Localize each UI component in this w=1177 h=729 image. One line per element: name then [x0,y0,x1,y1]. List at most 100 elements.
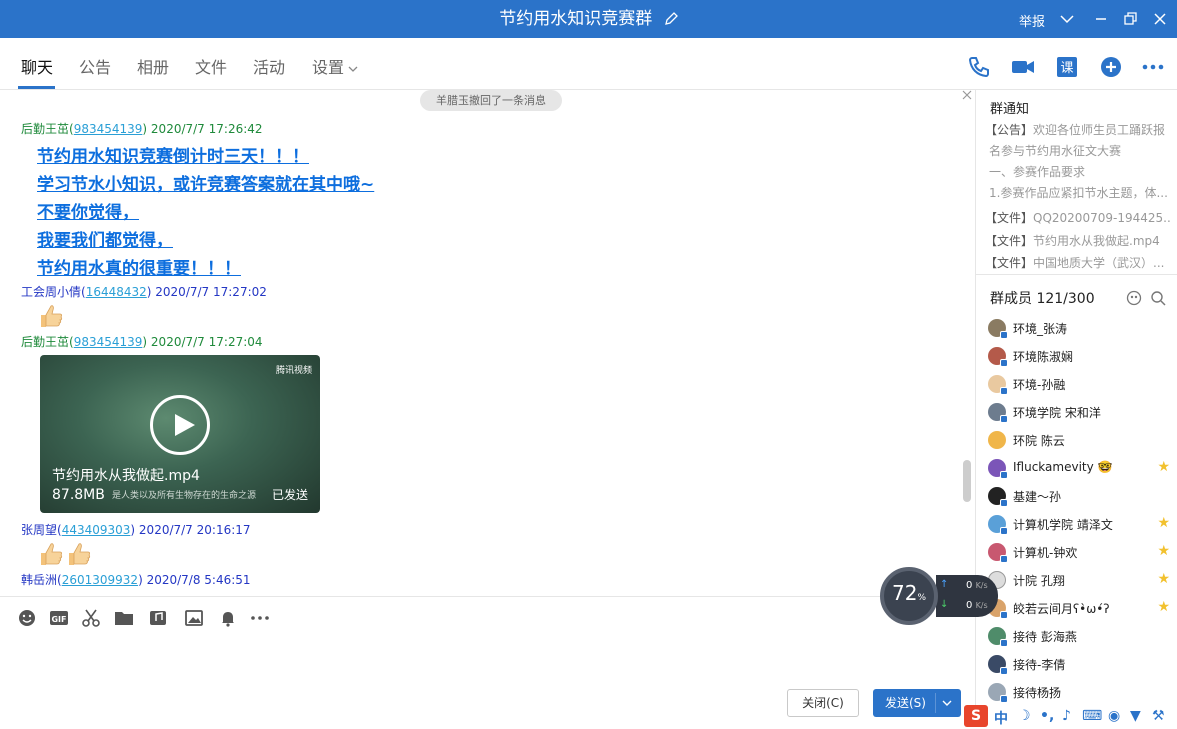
member-item[interactable]: 接待杨扬 [988,682,1170,703]
music-icon[interactable] [148,608,168,628]
user-icon[interactable]: ◉ [1108,708,1120,724]
chat-history[interactable]: 羊腊玉撤回了一条消息 后勤王茁(983454139) 2020/7/7 17:2… [0,90,975,596]
search-icon[interactable] [1150,290,1166,306]
file-item[interactable]: 【文件】中国地质大学（武汉）... [985,254,1170,271]
image-icon[interactable] [184,608,204,628]
divider [935,693,936,713]
avatar [988,683,1008,703]
thumbs-up-icon [41,543,63,565]
tab-chat[interactable]: 聊天 [21,58,53,78]
edit-icon[interactable] [664,12,678,26]
avatar [988,627,1008,647]
tab-settings[interactable]: 设置 [312,58,344,78]
member-item[interactable]: 环境陈淑娴 [988,346,1170,367]
svg-text:GIF: GIF [51,615,66,624]
chevron-down-icon[interactable] [1057,9,1077,29]
send-button[interactable]: 发送(S) [873,689,961,717]
sender-qq[interactable]: 2601309932 [62,573,138,587]
sender-qq[interactable]: 443409303 [62,523,131,537]
video-subtitle: 是人类以及所有生物存在的生命之源 [112,491,257,501]
wrench-icon[interactable]: ⚒ [1152,708,1165,724]
video-message[interactable]: 腾讯视频 节约用水从我做起.mp4 87.8MB 是人类以及所有生物存在的生命之… [40,355,320,513]
member-item[interactable]: 接待-李倩 [988,654,1170,675]
member-item[interactable]: 计算机-钟欢 ★ [988,542,1170,563]
ime-mode-chinese[interactable]: 中 [994,708,1008,728]
tab-files[interactable]: 文件 [195,58,227,78]
network-speed-widget[interactable]: 0 K/s 0 K/s ↑ ↓ 72% [880,567,1000,625]
sogou-logo[interactable]: S [964,705,988,727]
restore-icon[interactable] [1120,9,1140,29]
sender-qq[interactable]: 983454139 [74,122,143,136]
sender-name[interactable]: 张周望 [21,523,57,537]
add-app-icon[interactable] [1098,54,1124,80]
moon-icon[interactable]: ☽ [1018,708,1031,724]
more-icon[interactable] [1140,54,1166,80]
scissors-icon[interactable] [81,608,101,628]
folder-icon[interactable] [114,608,134,628]
phone-icon[interactable] [966,54,992,80]
member-item[interactable]: 皎若云间月ʕ•̀ω•́ʔ ★ [988,598,1170,619]
ime-toolbar[interactable]: S 中 ☽ •, ♪ ⌨ ◉ ▼ ⚒ [962,705,1177,729]
close-icon[interactable] [1150,9,1170,29]
member-item[interactable]: 环院 陈云 [988,430,1170,450]
close-button[interactable]: 关闭(C) [787,689,859,717]
close-icon[interactable] [962,90,972,100]
message-time: 2020/7/8 5:46:51 [146,573,251,587]
minimize-icon[interactable] [1091,9,1111,29]
members-title: 群成员 121/300 [990,291,1095,307]
message-time: 2020/7/7 17:26:42 [150,122,263,136]
notice-item[interactable]: 【公告】欢迎各位师生员工踊跃报 [985,121,1170,138]
member-item[interactable]: 基建～孙 [988,486,1170,507]
sender-qq[interactable]: 16448432 [86,285,147,299]
sender-name[interactable]: 工会周小倩 [21,285,81,299]
avatar [988,431,1006,449]
video-filename: 节约用水从我做起.mp4 [52,468,200,484]
skin-icon[interactable]: ▼ [1130,708,1141,724]
report-button[interactable]: 举报 [1019,11,1045,30]
member-item[interactable]: 环境学院 宋和洋 [988,402,1170,423]
notice-item[interactable]: 名参与节约用水征文大赛 [989,142,1174,159]
group-manage-icon[interactable] [1126,290,1142,306]
chevron-down-icon[interactable] [941,697,953,709]
classroom-icon[interactable]: 课 [1054,54,1080,80]
member-item[interactable]: 计院 孔翔 ★ [988,570,1170,590]
sender-name[interactable]: 后勤王茁 [21,335,69,349]
file-item[interactable]: 【文件】QQ20200709-194425... [985,209,1170,226]
member-item[interactable]: 环境-孙融 [988,374,1170,395]
bell-icon[interactable] [218,608,238,628]
notice-item[interactable]: 1.参赛作品应紧扣节水主题，体... [989,184,1174,201]
video-call-icon[interactable] [1010,54,1036,80]
member-item[interactable]: 计算机学院 靖泽文 ★ [988,514,1170,535]
input-area[interactable]: GIF 关闭(C) 发送(S) [0,596,975,729]
sender-name[interactable]: 后勤王茁 [21,122,69,136]
message-text: 我要我们都觉得， [37,231,173,251]
notice-item[interactable]: 一、参赛作品要求 [989,163,1174,180]
chevron-down-icon[interactable] [347,63,359,75]
tab-announcement[interactable]: 公告 [79,58,111,78]
svg-text:课: 课 [1060,61,1073,76]
tab-album[interactable]: 相册 [137,58,169,78]
sender-name[interactable]: 韩岳洲 [21,573,57,587]
avatar [988,347,1008,367]
message-header: 工会周小倩(16448432) 2020/7/7 17:27:02 [21,285,267,299]
tab-activity[interactable]: 活动 [253,58,285,78]
keyboard-icon[interactable]: ⌨ [1082,708,1102,724]
gif-icon[interactable]: GIF [49,608,69,628]
punctuation-icon[interactable]: •, [1040,708,1054,724]
chat-scrollbar[interactable] [963,460,971,502]
play-icon[interactable] [150,395,210,455]
tab-underline [18,86,55,89]
avatar [988,543,1008,563]
member-item[interactable]: 接待 彭海燕 [988,626,1170,647]
message-time: 2020/7/7 17:27:04 [150,335,263,349]
download-arrow-icon: ↓ [940,599,949,610]
message-time: 2020/7/7 17:27:02 [155,285,267,299]
microphone-icon[interactable]: ♪ [1062,708,1071,724]
member-item[interactable]: Ifluckamevity 🤓 ★ [988,458,1170,479]
message-header: 后勤王茁(983454139) 2020/7/7 17:27:04 [21,335,263,349]
member-item[interactable]: 环境_张涛 [988,318,1170,339]
file-item[interactable]: 【文件】节约用水从我做起.mp4 [985,232,1170,249]
more-icon[interactable] [250,608,270,628]
emoji-icon[interactable] [17,608,37,628]
sender-qq[interactable]: 983454139 [74,335,143,349]
